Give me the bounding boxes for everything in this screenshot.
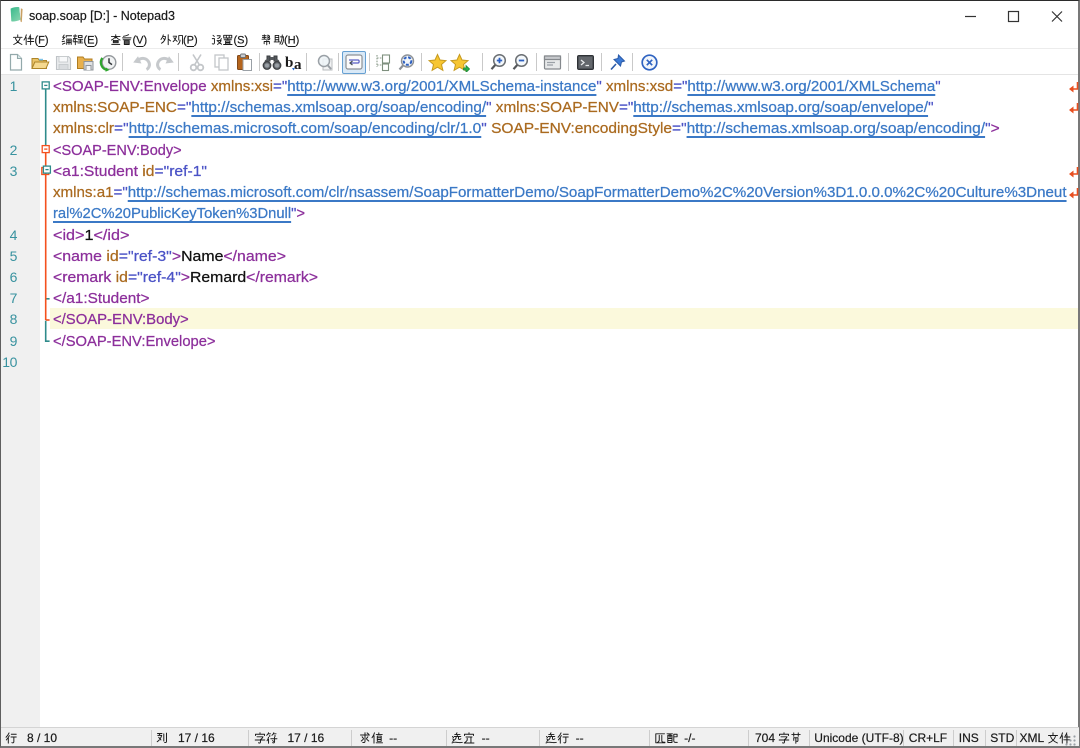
svg-text:b: b <box>285 55 293 71</box>
svg-text:a: a <box>294 57 302 72</box>
